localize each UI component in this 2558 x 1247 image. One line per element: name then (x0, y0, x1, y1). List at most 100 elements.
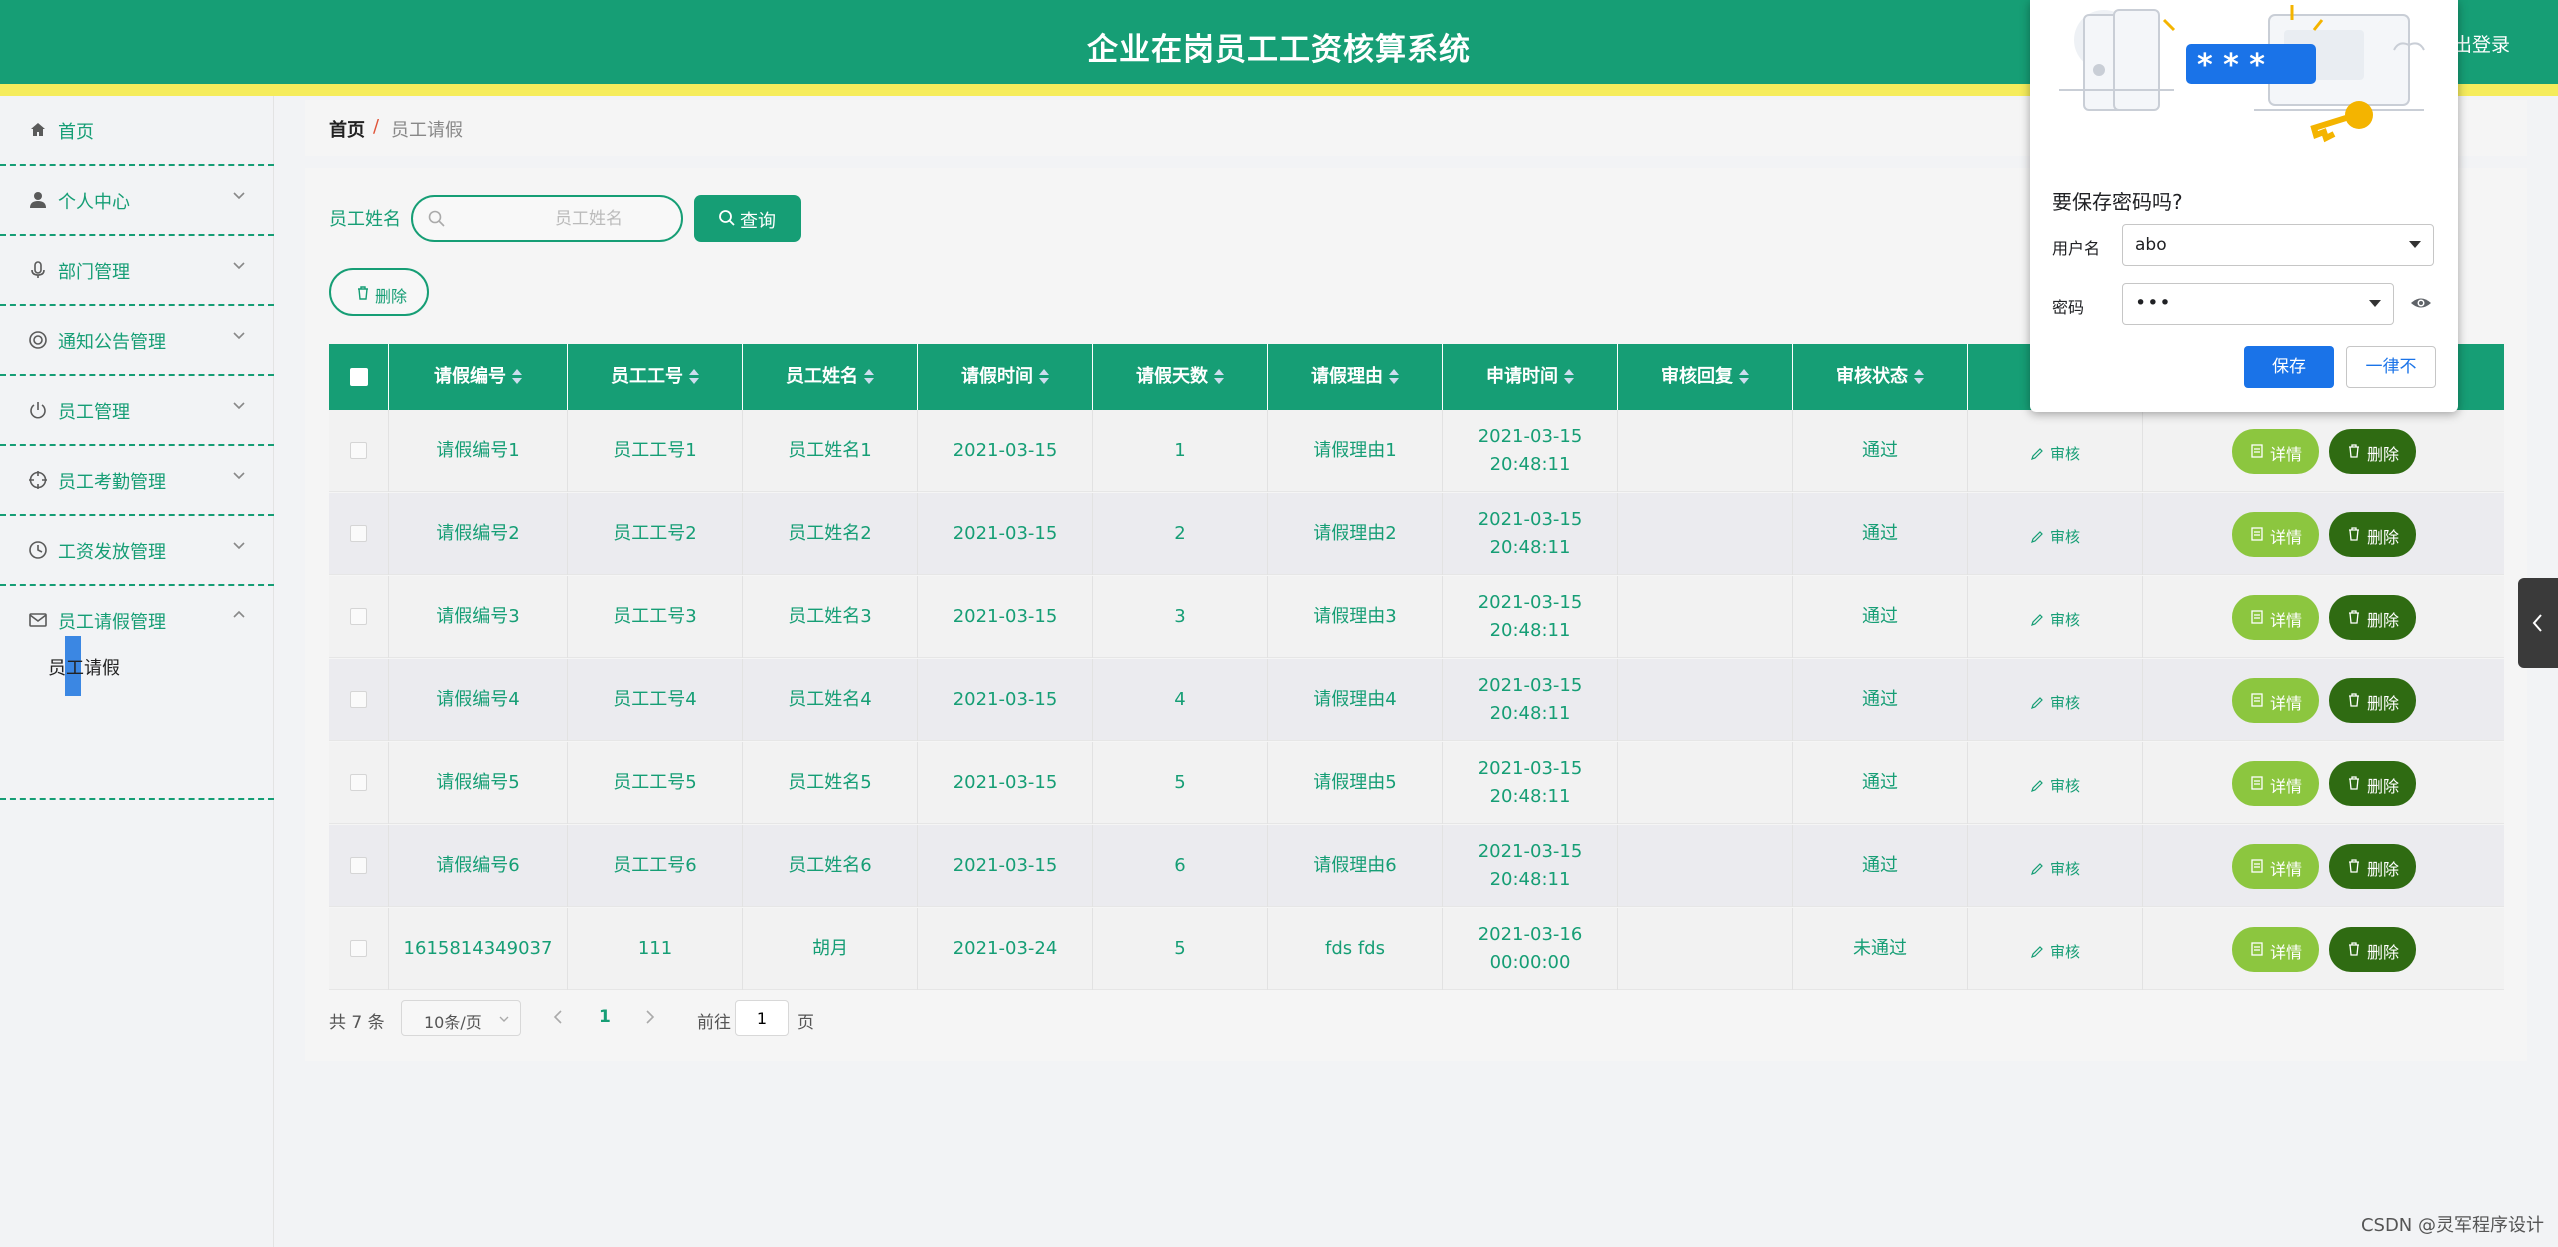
page-number-current[interactable]: 1 (599, 1007, 611, 1027)
password-value: ••• (2135, 292, 2172, 314)
row-delete-button[interactable]: 删除 (2329, 761, 2416, 806)
detail-label: 详情 (2270, 694, 2303, 713)
row-checkbox[interactable] (350, 691, 367, 708)
search-label: 员工姓名 (329, 209, 401, 230)
row-checkbox[interactable] (350, 940, 367, 957)
never-save-button[interactable]: 一律不 (2346, 346, 2436, 388)
audit-link[interactable]: 审核 (2030, 938, 2080, 966)
audit-link[interactable]: 审核 (2030, 689, 2080, 717)
batch-delete-button[interactable]: 删除 (329, 268, 429, 316)
audit-link[interactable]: 审核 (2030, 440, 2080, 468)
sort-icon[interactable] (1214, 369, 1224, 385)
sidebar-submenu-leave (0, 696, 274, 800)
sidebar-subitem-leave[interactable]: 员工请假 (48, 654, 120, 680)
audit-label: 审核 (2050, 694, 2081, 712)
select-all-checkbox[interactable] (350, 368, 368, 386)
audit-link[interactable]: 审核 (2030, 606, 2080, 634)
trash-icon (2349, 776, 2359, 790)
sort-icon[interactable] (1564, 369, 1574, 385)
header-reply[interactable]: 审核回复 (1618, 344, 1793, 410)
row-delete-button[interactable]: 删除 (2329, 844, 2416, 889)
logout-link[interactable]: 出登录 (2453, 30, 2510, 57)
detail-button[interactable]: 详情 (2232, 844, 2319, 889)
audit-link[interactable]: 审核 (2030, 855, 2080, 883)
row-checkbox[interactable] (350, 774, 367, 791)
eye-icon[interactable] (2410, 294, 2432, 312)
detail-button[interactable]: 详情 (2232, 678, 2319, 723)
delete-label: 删除 (2367, 943, 2400, 962)
cell-reason: 请假理由5 (1268, 742, 1443, 824)
header-status[interactable]: 审核状态 (1793, 344, 1968, 410)
document-icon (2251, 859, 2263, 873)
sidebar-item-label: 工资发放管理 (58, 542, 166, 563)
cell-emp-id: 员工工号4 (568, 659, 743, 741)
sidebar-item-notice[interactable]: 通知公告管理 (0, 306, 274, 376)
goto-page-input[interactable] (735, 1000, 789, 1036)
cell-actions: 详情 删除 (2143, 659, 2504, 741)
chevron-left-icon (2532, 614, 2542, 632)
cell-emp-id: 员工工号6 (568, 825, 743, 907)
search-input[interactable] (453, 205, 623, 233)
sort-icon[interactable] (512, 369, 522, 385)
row-checkbox[interactable] (350, 525, 367, 542)
row-checkbox[interactable] (350, 608, 367, 625)
header-select-cell (329, 344, 389, 410)
audit-link[interactable]: 审核 (2030, 523, 2080, 551)
sort-icon[interactable] (1039, 369, 1049, 385)
query-button[interactable]: 查询 (694, 195, 801, 242)
header-days[interactable]: 请假天数 (1093, 344, 1268, 410)
header-leave-date[interactable]: 请假时间 (918, 344, 1093, 410)
delete-label: 删除 (2367, 611, 2400, 630)
header-emp-name[interactable]: 员工姓名 (743, 344, 918, 410)
header-apply-time[interactable]: 申请时间 (1443, 344, 1618, 410)
breadcrumb-home[interactable]: 首页 (329, 116, 365, 142)
header-leave-no[interactable]: 请假编号 (389, 344, 568, 410)
next-page-icon[interactable] (643, 1008, 657, 1026)
sidebar-item-profile[interactable]: 个人中心 (0, 166, 274, 236)
row-delete-button[interactable]: 删除 (2329, 595, 2416, 640)
audit-link[interactable]: 审核 (2030, 772, 2080, 800)
sidebar-item-home[interactable]: 首页 (0, 96, 274, 166)
save-password-button[interactable]: 保存 (2244, 346, 2334, 388)
detail-button[interactable]: 详情 (2232, 595, 2319, 640)
row-delete-button[interactable]: 删除 (2329, 678, 2416, 723)
password-illustration: * * * (2059, 5, 2425, 143)
cell-select (329, 659, 389, 741)
batch-delete-label: 删除 (375, 287, 408, 306)
table-row: 请假编号6 员工工号6 员工姓名6 2021-03-15 6 请假理由6 2021-03-1… (329, 825, 2504, 907)
sort-icon[interactable] (1389, 369, 1399, 385)
cell-leave-no: 请假编号5 (389, 742, 568, 824)
username-select[interactable]: abo (2122, 224, 2434, 266)
table-row: 请假编号1 员工工号1 员工姓名1 2021-03-15 1 请假理由1 2021-03-1… (329, 410, 2504, 492)
password-select[interactable]: ••• (2122, 283, 2394, 325)
page-size-select[interactable]: 10条/页 (401, 1000, 521, 1036)
detail-button[interactable]: 详情 (2232, 927, 2319, 972)
row-delete-button[interactable]: 删除 (2329, 512, 2416, 557)
chevron-down-icon (499, 1016, 509, 1022)
mic-icon (31, 261, 45, 278)
row-checkbox[interactable] (350, 442, 367, 459)
cell-status: 通过 (1793, 576, 1968, 658)
sidebar-item-leave[interactable]: 员工请假管理 (0, 586, 274, 656)
side-collapse-tab[interactable] (2518, 578, 2558, 668)
sort-icon[interactable] (864, 369, 874, 385)
row-delete-button[interactable]: 删除 (2329, 429, 2416, 474)
detail-button[interactable]: 详情 (2232, 429, 2319, 474)
sidebar-item-salary[interactable]: 工资发放管理 (0, 516, 274, 586)
header-reason[interactable]: 请假理由 (1268, 344, 1443, 410)
header-emp-id[interactable]: 员工工号 (568, 344, 743, 410)
sidebar-item-department[interactable]: 部门管理 (0, 236, 274, 306)
cell-apply-time: 2021-03-16 00:00:00 (1443, 908, 1618, 990)
sidebar-item-attendance[interactable]: 员工考勤管理 (0, 446, 274, 516)
cell-select (329, 908, 389, 990)
search-field[interactable] (411, 195, 683, 242)
sort-icon[interactable] (689, 369, 699, 385)
detail-button[interactable]: 详情 (2232, 761, 2319, 806)
row-delete-button[interactable]: 删除 (2329, 927, 2416, 972)
prev-page-icon[interactable] (551, 1008, 565, 1026)
sort-icon[interactable] (1739, 369, 1749, 385)
row-checkbox[interactable] (350, 857, 367, 874)
sidebar-item-employee[interactable]: 员工管理 (0, 376, 274, 446)
detail-button[interactable]: 详情 (2232, 512, 2319, 557)
sort-icon[interactable] (1914, 369, 1924, 385)
